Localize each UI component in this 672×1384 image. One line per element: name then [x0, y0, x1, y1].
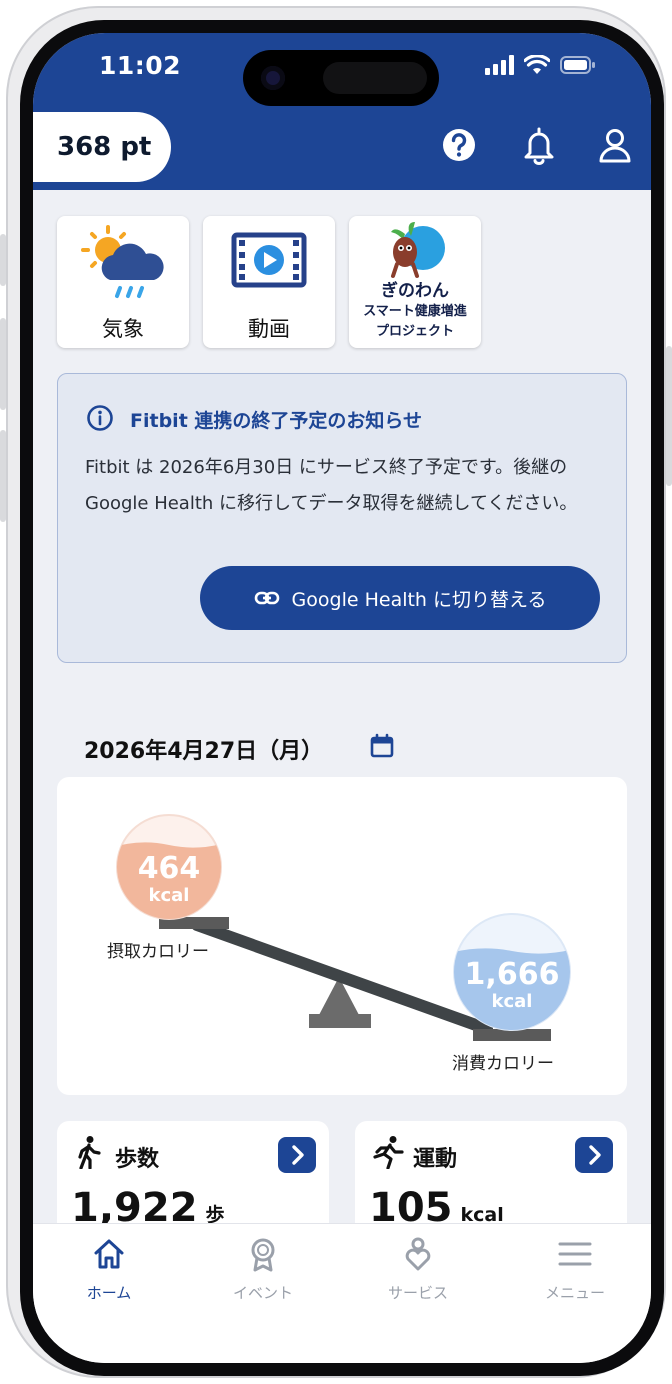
home-icon — [94, 1239, 124, 1269]
intake-calorie-unit: kcal — [148, 885, 190, 906]
logo-text-project: プロジェクト — [375, 324, 454, 339]
burned-calorie-unit: kcal — [491, 991, 533, 1012]
nav-event-label: イベント — [232, 1284, 293, 1302]
intake-calorie-label: 摂取カロリー — [107, 942, 209, 962]
logo-text-ginowan: ぎのわん — [381, 281, 449, 301]
mascot-logo — [391, 222, 445, 278]
status-time: 11:02 — [99, 51, 182, 80]
wifi-icon — [524, 55, 550, 74]
fitbit-notice-card: Fitbit 連携の終了予定のお知らせ Fitbit は 2026年6月30日 … — [57, 373, 627, 663]
burned-calorie-value: 1,666 — [464, 957, 560, 992]
chevron-right-icon — [292, 1145, 304, 1165]
power-button — [666, 346, 672, 486]
chevron-right-icon — [589, 1145, 601, 1165]
notice-body: Fitbit は 2026年6月30日 にサービス終了予定です。後継の Goog… — [85, 457, 578, 514]
burned-calorie-label: 消費カロリー — [452, 1054, 554, 1074]
points-value: 368 pt — [57, 132, 152, 162]
tile-video[interactable]: 動画 — [203, 216, 335, 348]
action-button — [0, 234, 6, 286]
bell-icon[interactable] — [519, 125, 559, 165]
switch-button-label: Google Health に切り替える — [291, 588, 547, 611]
award-ribbon-icon — [251, 1238, 275, 1272]
cellular-signal-icon — [485, 55, 514, 75]
calorie-balance-card[interactable]: 464 kcal 摂取カロリー 1,666 kcal 消費カロリー — [57, 777, 627, 1095]
walking-icon — [78, 1136, 101, 1169]
balance-scale-graphic — [116, 814, 571, 1041]
top-bar: 11:02 368 pt — [33, 33, 651, 190]
bottom-nav: ホーム イベント サービス メニュー — [33, 1223, 651, 1363]
nav-menu[interactable]: メニュー — [515, 1236, 635, 1303]
nav-home[interactable]: ホーム — [49, 1236, 169, 1303]
phone-frame: 11:02 368 pt 気象 動画 ぎのわん スマート健康増進 プロジェクト … — [0, 6, 672, 1378]
tile-video-label: 動画 — [248, 317, 290, 341]
heart-person-icon — [405, 1237, 431, 1271]
app-screen: 11:02 368 pt 気象 動画 ぎのわん スマート健康増進 プロジェクト … — [33, 33, 651, 1363]
exercise-detail-button[interactable] — [575, 1137, 613, 1173]
notice-title: Fitbit 連携の終了予定のお知らせ — [130, 410, 423, 432]
date-label: 2026年4月27日（月） — [84, 739, 324, 764]
tile-weather[interactable]: 気象 — [57, 216, 189, 348]
tile-weather-label: 気象 — [102, 317, 144, 341]
calendar-icon[interactable] — [369, 733, 395, 759]
nav-home-label: ホーム — [86, 1284, 132, 1302]
weather-icon — [81, 225, 164, 298]
info-icon — [87, 405, 113, 431]
steps-detail-button[interactable] — [278, 1137, 316, 1173]
battery-icon — [560, 56, 595, 74]
video-icon — [231, 232, 307, 288]
user-account-icon[interactable] — [595, 125, 635, 165]
volume-up-button — [0, 318, 6, 410]
intake-calorie-value: 464 — [137, 851, 201, 886]
status-icons — [485, 55, 596, 75]
link-icon — [254, 591, 279, 605]
switch-to-google-health-button[interactable]: Google Health に切り替える — [200, 566, 600, 630]
help-icon[interactable] — [439, 125, 479, 165]
points-badge[interactable]: 368 pt — [33, 112, 171, 182]
steps-title: 歩数 — [115, 1147, 160, 1172]
exercise-title: 運動 — [413, 1147, 458, 1172]
nav-menu-label: メニュー — [544, 1284, 605, 1302]
hamburger-menu-icon — [558, 1242, 592, 1266]
nav-service[interactable]: サービス — [358, 1236, 478, 1303]
logo-text-smart-health: スマート健康増進 — [363, 304, 467, 319]
front-camera-icon — [261, 66, 285, 90]
island-pill — [323, 62, 427, 94]
tile-smart-health-project[interactable]: ぎのわん スマート健康増進 プロジェクト — [349, 216, 481, 348]
dynamic-island — [243, 50, 439, 106]
nav-service-label: サービス — [387, 1284, 448, 1302]
volume-down-button — [0, 430, 6, 522]
running-icon — [373, 1136, 404, 1169]
nav-event[interactable]: イベント — [203, 1236, 323, 1303]
